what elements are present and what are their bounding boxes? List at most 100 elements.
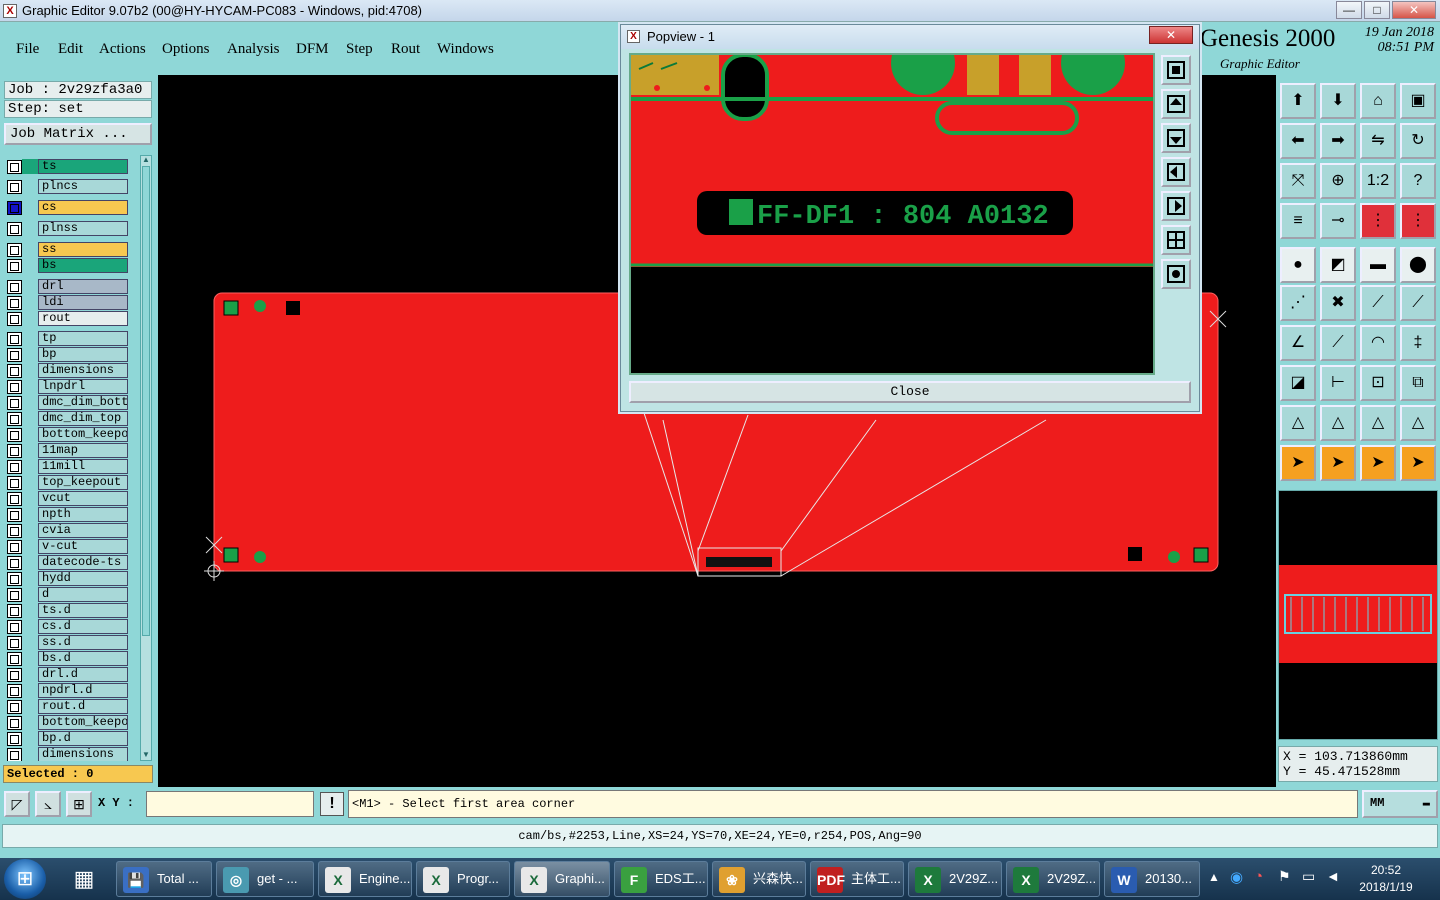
menu-options[interactable]: Options bbox=[162, 41, 210, 58]
tray-volume-icon[interactable]: ◄ bbox=[1326, 868, 1340, 884]
layer-row-d[interactable]: d bbox=[4, 587, 139, 602]
layer-row-cs[interactable]: cs bbox=[4, 200, 139, 215]
pointer4-icon[interactable]: ➤ bbox=[1400, 445, 1436, 481]
layer-checkbox[interactable] bbox=[7, 652, 22, 666]
layer-checkbox[interactable] bbox=[7, 296, 22, 310]
layer-name[interactable]: lnpdrl bbox=[38, 379, 128, 394]
layer-name[interactable]: top_keepout bbox=[38, 475, 128, 490]
ruler-icon[interactable]: ▬ bbox=[1360, 247, 1396, 283]
layer-checkbox[interactable] bbox=[7, 364, 22, 378]
layer-name[interactable]: ss.d bbox=[38, 635, 128, 650]
job-matrix-button[interactable]: Job Matrix ... bbox=[4, 123, 152, 145]
fit-icon[interactable]: ⤧ bbox=[1280, 163, 1316, 199]
layer-name[interactable]: cvia bbox=[38, 523, 128, 538]
popview-zoom-home-button[interactable] bbox=[1161, 55, 1191, 85]
connect-icon[interactable]: ⊸ bbox=[1320, 203, 1356, 239]
layer-row-dmc_dim_bott[interactable]: dmc_dim_bott bbox=[4, 395, 139, 410]
layer-name[interactable]: npth bbox=[38, 507, 128, 522]
layer-name[interactable]: bottom_keepo bbox=[38, 427, 128, 442]
start-button[interactable]: ⊞ bbox=[4, 859, 46, 899]
layer-name[interactable]: ts.d bbox=[38, 603, 128, 618]
pointer-icon[interactable]: ➤ bbox=[1280, 445, 1316, 481]
snap-mode-icon[interactable]: ◸ bbox=[4, 791, 30, 817]
taskbar-item[interactable]: F EDS工... bbox=[614, 861, 708, 897]
exclamation-button[interactable]: ! bbox=[320, 792, 344, 816]
layer-name[interactable]: ts bbox=[38, 159, 128, 174]
grid-net-icon[interactable]: ⋮ bbox=[1400, 203, 1436, 239]
layer-checkbox[interactable] bbox=[7, 588, 22, 602]
layer-name[interactable]: bs bbox=[38, 258, 128, 273]
triangle4-icon[interactable]: △ bbox=[1400, 405, 1436, 441]
layer-name[interactable]: bp.d bbox=[38, 731, 128, 746]
layers-icon[interactable]: ≡ bbox=[1280, 203, 1316, 239]
layer-checkbox[interactable] bbox=[7, 620, 22, 634]
taskbar-item[interactable]: X Progr... bbox=[416, 861, 510, 897]
layer-name[interactable]: d bbox=[38, 587, 128, 602]
zoom-icon[interactable]: ⊕ bbox=[1320, 163, 1356, 199]
layer-checkbox[interactable] bbox=[7, 684, 22, 698]
layer-checkbox[interactable] bbox=[7, 604, 22, 618]
text-icon[interactable]: ‡ bbox=[1400, 325, 1436, 361]
split-icon[interactable]: ⊢ bbox=[1320, 365, 1356, 401]
node-icon[interactable]: ⋰ bbox=[1280, 285, 1316, 321]
layer-name[interactable]: npdrl.d bbox=[38, 683, 128, 698]
layer-row-rout[interactable]: rout bbox=[4, 311, 139, 326]
taskbar-item[interactable]: X Graphi... bbox=[514, 861, 610, 897]
layer-name[interactable]: datecode-ts bbox=[38, 555, 128, 570]
pan-up-icon[interactable]: ⬆ bbox=[1280, 83, 1316, 119]
layer-checkbox[interactable] bbox=[7, 428, 22, 442]
taskbar-item[interactable]: X 2V29Z... bbox=[908, 861, 1002, 897]
layer-checkbox[interactable] bbox=[7, 636, 22, 650]
minimize-button[interactable]: — bbox=[1336, 1, 1362, 19]
layer-row-bp[interactable]: bp bbox=[4, 347, 139, 362]
layer-checkbox[interactable] bbox=[7, 243, 22, 257]
popview-pan-right-button[interactable] bbox=[1161, 191, 1191, 221]
layer-row-rout.d[interactable]: rout.d bbox=[4, 699, 139, 714]
layer-row-ts.d[interactable]: ts.d bbox=[4, 603, 139, 618]
layer-name[interactable]: ss bbox=[38, 242, 128, 257]
layer-checkbox[interactable] bbox=[7, 444, 22, 458]
layer-name[interactable]: 11mill bbox=[38, 459, 128, 474]
taskbar-item[interactable]: 💾 Total ... bbox=[116, 861, 212, 897]
pan-left-icon[interactable]: ⬅ bbox=[1280, 123, 1316, 159]
layer-name[interactable]: cs bbox=[38, 200, 128, 215]
layer-name[interactable]: bs.d bbox=[38, 651, 128, 666]
layer-checkbox[interactable] bbox=[7, 180, 22, 194]
layer-name[interactable]: plnss bbox=[38, 221, 128, 236]
layer-row-plnss[interactable]: plnss bbox=[4, 221, 139, 236]
unit-selector[interactable]: MM ▬ bbox=[1362, 790, 1438, 818]
menu-dfm[interactable]: DFM bbox=[296, 41, 329, 58]
layer-name[interactable]: bp bbox=[38, 347, 128, 362]
layer-checkbox[interactable] bbox=[7, 396, 22, 410]
color-icon[interactable]: ◩ bbox=[1320, 247, 1356, 283]
taskbar-item[interactable]: PDF 主体工... bbox=[810, 861, 904, 897]
menu-file[interactable]: File bbox=[16, 41, 39, 58]
layer-row-npth[interactable]: npth bbox=[4, 507, 139, 522]
cross-icon[interactable]: ✖ bbox=[1320, 285, 1356, 321]
slash-icon[interactable]: ⟋ bbox=[1320, 325, 1356, 361]
layer-row-cvia[interactable]: cvia bbox=[4, 523, 139, 538]
layer-name[interactable]: 11map bbox=[38, 443, 128, 458]
popview-pan-up-button[interactable] bbox=[1161, 89, 1191, 119]
layer-scrollbar[interactable]: ▲ ▼ bbox=[140, 155, 152, 761]
layer-row-11map[interactable]: 11map bbox=[4, 443, 139, 458]
layer-name[interactable]: plncs bbox=[38, 179, 128, 194]
popview-canvas[interactable]: FF-DF1 : 804 A0132 bbox=[629, 53, 1155, 375]
measure-box-icon[interactable]: ⊡ bbox=[1360, 365, 1396, 401]
layer-row-ss.d[interactable]: ss.d bbox=[4, 635, 139, 650]
layer-row-vcut[interactable]: vcut bbox=[4, 491, 139, 506]
layer-row-ldi[interactable]: ldi bbox=[4, 295, 139, 310]
window-icon[interactable]: ▣ bbox=[1400, 83, 1436, 119]
popview-pan-down-button[interactable] bbox=[1161, 123, 1191, 153]
layer-row-npdrl.d[interactable]: npdrl.d bbox=[4, 683, 139, 698]
arc-icon[interactable]: ◠ bbox=[1360, 325, 1396, 361]
layer-row-bottom_keepo[interactable]: bottom_keepo bbox=[4, 715, 139, 730]
tray-security-icon[interactable]: ◔ bbox=[1254, 868, 1263, 885]
mirror-icon[interactable]: ⇋ bbox=[1360, 123, 1396, 159]
layer-checkbox[interactable] bbox=[7, 380, 22, 394]
scale-icon[interactable]: 1:2 bbox=[1360, 163, 1396, 199]
triangle3-icon[interactable]: △ bbox=[1360, 405, 1396, 441]
taskbar-item[interactable]: W 20130... bbox=[1104, 861, 1200, 897]
menu-analysis[interactable]: Analysis bbox=[227, 41, 280, 58]
layer-row-lnpdrl[interactable]: lnpdrl bbox=[4, 379, 139, 394]
